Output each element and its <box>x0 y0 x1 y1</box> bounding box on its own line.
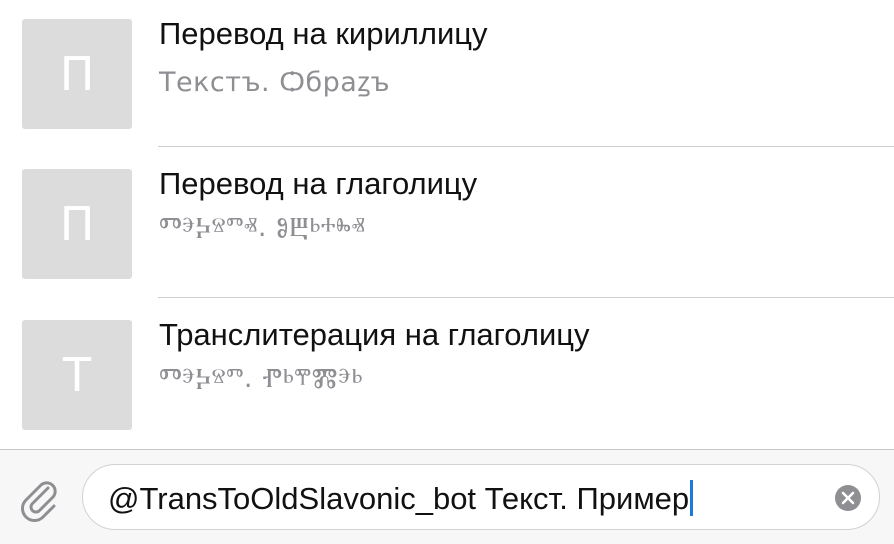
thumbnail-letter: Т <box>62 348 92 402</box>
inline-results-list: П Перевод на кириллицу Текстъ. Ѻбраꙁъ П … <box>0 0 894 449</box>
divider <box>158 297 894 298</box>
thumbnail-letter: П <box>59 197 95 251</box>
divider <box>158 146 894 147</box>
result-thumbnail: Т <box>22 320 132 430</box>
message-input-value: @TransToOldSlavonic_bot Текст. Пример <box>108 481 690 516</box>
clear-circle-icon[interactable] <box>834 484 862 512</box>
result-title: Перевод на глаголицу <box>159 166 478 201</box>
result-item[interactable]: П Перевод на глаголицу ⰕⰵⰍⱄⱅⱏ. ⰑⰁⱃⰰⰸⱏ <box>0 150 894 300</box>
result-thumbnail: П <box>22 19 132 129</box>
paperclip-icon[interactable] <box>15 474 63 522</box>
result-item[interactable]: Т Транслитерация на глаголицу ⰕⰵⰍⱄⱅ. Ⱂⱃⰹ… <box>0 301 894 451</box>
result-preview: ⰕⰵⰍⱄⱅ. ⰒⱃⰹⰏⰵⱃ <box>159 363 364 394</box>
result-title: Транслитерация на глаголицу <box>159 317 590 352</box>
message-input-bar: @TransToOldSlavonic_bot Текст. Пример <box>0 449 894 544</box>
result-item[interactable]: П Перевод на кириллицу Текстъ. Ѻбраꙁъ <box>0 0 894 150</box>
result-title: Перевод на кириллицу <box>159 16 488 51</box>
text-caret <box>690 480 694 516</box>
thumbnail-letter: П <box>59 47 95 101</box>
result-thumbnail: П <box>22 169 132 279</box>
message-input-text[interactable]: @TransToOldSlavonic_bot Текст. Пример <box>108 480 694 517</box>
message-input[interactable]: @TransToOldSlavonic_bot Текст. Пример <box>82 464 880 530</box>
result-preview: ⰕⰵⰍⱄⱅⱏ. ⰑⰁⱃⰰⰸⱏ <box>159 212 366 243</box>
result-preview: Текстъ. Ѻбраꙁъ <box>159 67 391 98</box>
